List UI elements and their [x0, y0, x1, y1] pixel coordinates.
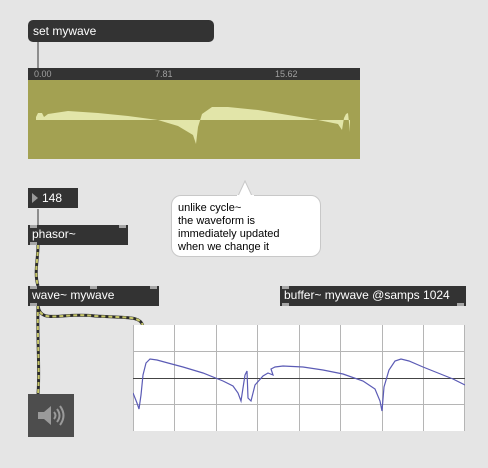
number-value: 148 [42, 191, 63, 205]
phasor-label: phasor~ [32, 227, 76, 241]
wave-inlet-1[interactable] [30, 286, 37, 289]
set-mywave-message[interactable]: set mywave [28, 20, 214, 42]
comment-line-2: the waveform is [178, 215, 256, 227]
comment-pointer [237, 180, 254, 197]
buffer-inlet[interactable] [282, 286, 289, 289]
waveform-fill [36, 107, 350, 144]
ruler-tick-2: 15.62 [275, 69, 298, 79]
scope-display[interactable] [132, 325, 466, 431]
ruler-tick-1: 7.81 [155, 69, 173, 79]
comment-line-1: unlike cycle~ [178, 202, 242, 214]
buffer-outlet-1[interactable] [282, 303, 289, 306]
wave-inlet-2[interactable] [90, 286, 97, 289]
ruler-tick-0: 0.00 [34, 69, 52, 79]
phasor-inlet-right[interactable] [119, 225, 126, 228]
number-triangle-icon [32, 193, 38, 203]
comment-line-3: immediately updated [178, 228, 280, 240]
time-ruler: 0.00 7.81 15.62 [28, 68, 360, 80]
buffer-object[interactable]: buffer~ mywave @samps 1024 [280, 286, 466, 306]
waveform-editor[interactable]: 0.00 7.81 15.62 [28, 68, 360, 159]
wave-object[interactable]: wave~ mywave [28, 286, 159, 306]
wave-label: wave~ mywave [32, 288, 115, 302]
audio-output-button[interactable] [28, 394, 74, 437]
phasor-inlet-left[interactable] [30, 225, 37, 228]
buffer-label: buffer~ mywave @samps 1024 [284, 288, 450, 302]
waveform-shape [36, 107, 350, 144]
scope-plot [132, 325, 466, 431]
comment-line-4: when we change it [178, 241, 270, 253]
wave-inlet-3[interactable] [150, 286, 157, 289]
phasor-object[interactable]: phasor~ [28, 225, 128, 245]
phasor-outlet[interactable] [30, 242, 37, 245]
message-label: set mywave [33, 24, 97, 38]
comment-bubble: unlike cycle~ the waveform is immediatel… [171, 195, 321, 257]
buffer-outlet-2[interactable] [457, 303, 464, 306]
wave-outlet[interactable] [30, 303, 37, 306]
speaker-icon [38, 405, 65, 426]
frequency-number-box[interactable]: 148 [28, 188, 78, 208]
